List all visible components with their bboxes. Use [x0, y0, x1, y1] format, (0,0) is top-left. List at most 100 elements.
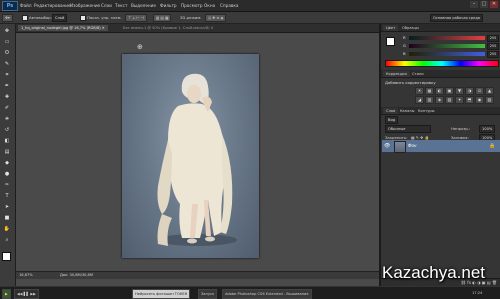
layer-filter-kind[interactable]: Вид [385, 116, 399, 124]
tab-adjustments[interactable]: Коррекция [383, 71, 410, 77]
document-tabs: 1_hq_original_nudegirl.jpg @ 16,7% (RGB/… [16, 24, 379, 33]
menu-type[interactable]: Текст [115, 3, 127, 8]
maximize-button[interactable]: □ [480, 1, 488, 8]
tab-swatches[interactable]: Образцы [399, 25, 422, 31]
shape-tool-icon[interactable]: ■ [3, 215, 11, 221]
menu-select[interactable]: Выделение [131, 3, 156, 8]
opacity-input[interactable]: 100% [479, 125, 496, 133]
lock-icon: 🔒 [489, 143, 496, 149]
menu-layers[interactable]: Слои [101, 3, 112, 8]
menu-edit[interactable]: Редактирование [34, 3, 71, 8]
menu-file[interactable]: Файл [20, 3, 32, 8]
minimize-button[interactable]: – [470, 1, 478, 8]
adjustment-icon[interactable]: ⚖ [475, 87, 484, 95]
marquee-tool-icon[interactable]: ▭ [3, 39, 11, 45]
type-tool-icon[interactable]: T [3, 193, 11, 199]
adjustment-icon[interactable]: ▧ [445, 96, 454, 104]
layer-name[interactable]: Фон [408, 143, 417, 148]
brush-tool-icon[interactable]: ✐ [3, 105, 11, 111]
slider-green[interactable]: G 255 [385, 43, 499, 50]
layer-select-dropdown[interactable]: Слой [52, 14, 68, 22]
menu-bar: Ps Файл Редактирование Изображение Слои … [0, 0, 500, 12]
adjustment-icon[interactable]: ◢ [415, 96, 424, 104]
menu-help[interactable]: Справка [220, 3, 238, 8]
path-select-tool-icon[interactable]: ➤ [3, 204, 11, 210]
tool-panel: ✥ ▭ ʘ ✎ ⌗ ✒ ✚ ✐ ⎈ ↺ ◧ ▤ ◆ ● ✑ T ➤ ■ ✋ ⌕ [0, 24, 16, 286]
close-button[interactable]: ✕ [490, 1, 498, 8]
history-brush-tool-icon[interactable]: ↺ [3, 127, 11, 133]
3d-mode-buttons[interactable]: ◎ ✥ ⇔ ◈ [205, 14, 227, 22]
eraser-tool-icon[interactable]: ◧ [3, 138, 11, 144]
menu-view[interactable]: Просмотр [181, 3, 203, 8]
status-bar: 16,67% Док: 30,8M/30,8M [16, 271, 379, 279]
adjustment-icon[interactable]: ▥ [425, 96, 434, 104]
model-photo [157, 73, 237, 246]
3d-mode-label: 3D-режим: [180, 15, 202, 20]
move-tool-icon[interactable]: ✥▾ [2, 14, 13, 22]
adjustment-icon[interactable]: ☀ [415, 87, 424, 95]
adjustment-icon[interactable]: ⬒ [465, 96, 474, 104]
zoom-level[interactable]: 16,67% [19, 273, 33, 277]
dodge-tool-icon[interactable]: ● [3, 171, 11, 177]
layer-thumbnail [394, 141, 406, 153]
healing-brush-tool-icon[interactable]: ✚ [3, 94, 11, 100]
taskbar: ▶ ◀◀ ▌▌ ▶▶ Нейросеть фотошоп ТОКЕН Запус… [0, 286, 500, 299]
adjustments-heading: Добавить корректировку [385, 80, 436, 85]
show-transform-checkbox[interactable] [80, 15, 86, 21]
tab-paths[interactable]: Контуры [415, 108, 437, 114]
auto-select-checkbox[interactable] [22, 15, 28, 21]
document-size: Док: 30,8M/30,8M [60, 273, 93, 277]
lasso-tool-icon[interactable]: ʘ [3, 50, 11, 56]
right-panels: Цвет Образцы R 255 G 255 B 255 Коррекция… [380, 24, 500, 286]
gradient-tool-icon[interactable]: ▤ [3, 149, 11, 155]
auto-select-label: Автовыбор: [29, 15, 52, 20]
doc-tab-inactive[interactable]: Без имени-1 @ 50% (Кривые 1, Слой-маска/… [120, 25, 217, 31]
move-tool-icon[interactable]: ✥ [3, 28, 11, 34]
zoom-tool-icon[interactable]: ⌕ [3, 237, 11, 243]
eye-icon[interactable]: 👁 [384, 143, 390, 149]
color-spectrum-bar[interactable] [385, 60, 499, 67]
adjustment-icon[interactable]: ▨ [485, 96, 494, 104]
adjustment-icon[interactable]: ▼ [455, 87, 464, 95]
eyedropper-tool-icon[interactable]: ✒ [3, 83, 11, 89]
slider-red[interactable]: R 255 [385, 35, 499, 42]
adjustment-icon[interactable]: ◐ [435, 87, 444, 95]
adjustment-icon[interactable]: ✦ [455, 96, 464, 104]
adjustment-icon[interactable]: ▣ [445, 87, 454, 95]
opacity-label: Непрозр.: [451, 126, 471, 131]
clone-stamp-tool-icon[interactable]: ⎈ [3, 116, 11, 122]
zoom-cursor-icon: ⊕ [137, 43, 143, 51]
tool-foreground-swatch[interactable] [2, 252, 11, 261]
color-panel-header: Цвет Образцы [381, 24, 500, 32]
show-transform-label: Показ. упр. элем. [87, 15, 122, 20]
menu-filter[interactable]: Фильтр [160, 3, 177, 8]
menu-image[interactable]: Изображение [70, 3, 100, 8]
adjustments-panel-header: Коррекция Стили [381, 70, 500, 78]
adjustment-icon[interactable]: ▲ [485, 87, 494, 95]
options-bar: ✥▾ Автовыбор: Слой Показ. упр. элем. ⊤ ⊥… [0, 12, 500, 24]
tab-color[interactable]: Цвет [383, 25, 399, 31]
tab-styles[interactable]: Стили [409, 71, 427, 77]
image-canvas[interactable] [122, 54, 259, 258]
doc-tab-active[interactable]: 1_hq_original_nudegirl.jpg @ 16,7% (RGB/… [18, 25, 108, 31]
menu-window[interactable]: Окно [204, 3, 215, 8]
slider-blue[interactable]: B 255 [385, 51, 499, 58]
clock: 17:24 [472, 291, 483, 295]
workspace-select[interactable]: Основная рабочая среда [430, 14, 484, 22]
adjustment-icon[interactable]: ▦ [425, 87, 434, 95]
layers-panel-header: Слои Каналы Контуры [381, 107, 500, 115]
layer-row-background[interactable]: 👁 Фон 🔒 [382, 140, 500, 153]
adjustment-icon[interactable]: ◈ [435, 96, 444, 104]
distribute-buttons[interactable]: ▥ ▤ ▦ [153, 14, 172, 22]
crop-tool-icon[interactable]: ⌗ [3, 72, 11, 78]
quick-select-tool-icon[interactable]: ✎ [3, 61, 11, 67]
adjustment-icon[interactable]: ◑ [465, 87, 474, 95]
align-buttons[interactable]: ⊤ ⊥ ⊢ ⊣ [125, 14, 147, 22]
blend-mode-select[interactable]: Обычные [385, 125, 431, 133]
hand-tool-icon[interactable]: ✋ [3, 226, 11, 232]
blur-tool-icon[interactable]: ◆ [3, 160, 11, 166]
pen-tool-icon[interactable]: ✑ [3, 182, 11, 188]
adjustment-icon[interactable]: ◉ [475, 96, 484, 104]
photoshop-logo: Ps [2, 1, 18, 11]
watermark: Kazachya.net [382, 263, 486, 282]
